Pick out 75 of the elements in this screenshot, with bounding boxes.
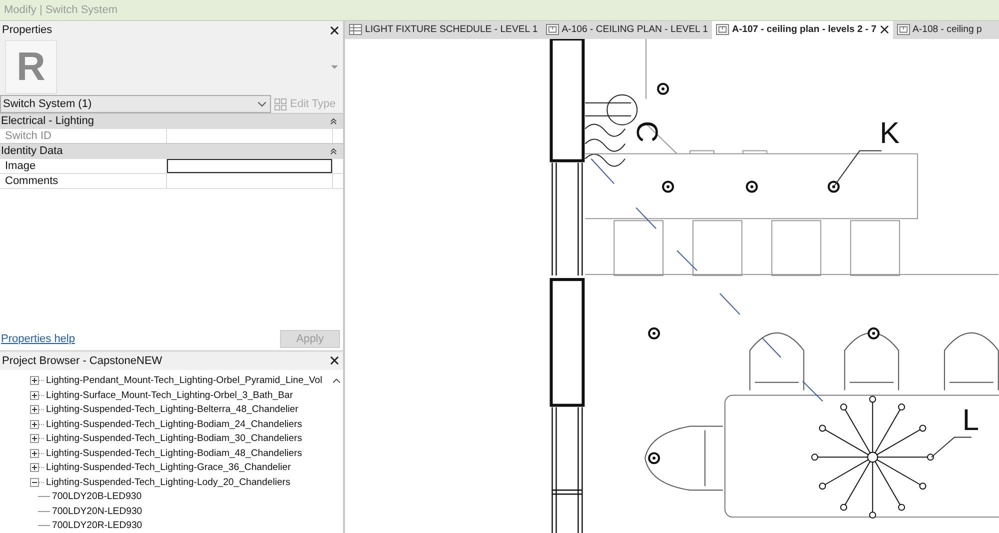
circuit-line [719, 292, 740, 315]
tab-label: A-107 - ceiling plan - levels 2 - 7 [732, 24, 877, 36]
close-icon[interactable] [330, 356, 339, 365]
ceiling-light-symbol [868, 327, 880, 340]
chair-drawing [944, 332, 999, 391]
floor-plan-icon [896, 24, 910, 36]
scroll-up-icon[interactable] [333, 378, 340, 382]
chevron-icon [258, 102, 266, 106]
tree-item[interactable]: Lighting-Suspended-Tech_Lighting-Lody_20_Chandeliers [46, 476, 290, 488]
tab-label: LIGHT FIXTURE SCHEDULE - LEVEL 1 [365, 24, 538, 36]
tree-toggle-icon[interactable] [30, 463, 39, 472]
tag-label: C [630, 120, 664, 142]
ceiling-light-symbol [662, 180, 674, 193]
edit-type-icon [274, 98, 287, 110]
ceiling-light-symbol [746, 180, 758, 193]
tree-item[interactable]: 700LDY20R-LED930 [52, 520, 142, 532]
circuit-line [761, 336, 782, 358]
tree-toggle-icon[interactable] [30, 405, 39, 414]
schedule-icon [349, 24, 362, 36]
close-icon[interactable] [330, 26, 339, 34]
view-tab[interactable]: A-107 - ceiling plan - levels 2 - 7 [712, 21, 893, 39]
type-selector[interactable]: Switch System (1) [0, 95, 271, 113]
property-value-field[interactable] [167, 159, 332, 173]
tag-label: K [880, 116, 900, 150]
tree-item[interactable]: Lighting-Suspended-Tech_Lighting-Bodiam_30_Chandeliers [46, 433, 302, 444]
stool-drawing [771, 220, 822, 276]
properties-help-link[interactable]: Properties help [1, 332, 75, 344]
view-tab[interactable]: A-108 - ceiling p [892, 21, 986, 39]
tree-item[interactable]: Lighting-Suspended-Tech_Lighting-Bodiam_48_Chandeliers [46, 448, 302, 459]
ceiling-light-symbol [828, 180, 840, 193]
chair-drawing [844, 332, 900, 391]
group-title: Electrical - Lighting [1, 115, 94, 127]
view-tab[interactable]: LIGHT FIXTURE SCHEDULE - LEVEL 1 [345, 21, 542, 39]
ceiling-light-symbol [657, 82, 669, 95]
tree-item[interactable]: 700LDY20N-LED930 [52, 506, 142, 517]
group-header[interactable]: Electrical - Lighting [0, 113, 343, 128]
floor-plan-icon [716, 24, 730, 36]
circuit-line [636, 207, 657, 230]
circuit-line [802, 380, 824, 402]
tag-label: L [962, 404, 980, 438]
tree-item[interactable]: Lighting-Surface_Mount-Tech_Lighting-Orbel_3_Bath_Bar [46, 390, 293, 401]
panel-title: Project Browser - CapstoneNEW [2, 354, 162, 366]
view-tab[interactable]: A-106 - CEILING PLAN - LEVEL 1 [542, 21, 712, 39]
leader-line [931, 436, 972, 458]
collapse-icon[interactable] [330, 118, 337, 124]
tree-toggle-icon[interactable] [30, 376, 39, 386]
tab-label: A-106 - CEILING PLAN - LEVEL 1 [562, 24, 708, 36]
stool-drawing [850, 220, 900, 276]
logo-letter: R [16, 44, 46, 90]
chair-drawing [749, 332, 804, 391]
ceiling-light-symbol [648, 452, 660, 464]
group-header[interactable]: Identity Data [0, 143, 343, 158]
stool-drawing [614, 220, 664, 276]
collapse-icon[interactable] [330, 148, 337, 154]
tab-label: A-108 - ceiling p [912, 24, 982, 36]
group-title: Identity Data [1, 145, 63, 157]
panel-title: Properties [2, 24, 52, 36]
circuit-line [590, 158, 615, 184]
tree-item[interactable]: 700LDY20B-LED930 [52, 491, 142, 502]
circuit-line [676, 250, 698, 272]
tree-toggle-icon[interactable] [30, 448, 39, 458]
tree-toggle-icon[interactable] [30, 478, 39, 487]
tree-item[interactable]: Lighting-Pendant_Mount-Tech_Lighting-Orbel_Pyramid_Line_Vol [46, 375, 322, 386]
leader-line [833, 150, 882, 188]
tree-item[interactable]: Lighting-Suspended-Tech_Lighting-Belterra_48_Chandelier [46, 404, 298, 416]
tree-toggle-icon[interactable] [30, 390, 39, 400]
floor-plan-icon [546, 24, 559, 36]
tree-toggle-icon[interactable] [30, 434, 39, 444]
close-icon[interactable] [880, 25, 889, 34]
tree-toggle-icon[interactable] [30, 420, 39, 429]
tree-item[interactable]: Lighting-Suspended-Tech_Lighting-Bodiam_24_Chandeliers [46, 418, 302, 430]
stool-drawing [692, 220, 742, 276]
ceiling-light-symbol [648, 327, 660, 340]
context-title: Modify | Switch System [4, 4, 118, 16]
tree-item[interactable]: Lighting-Suspended-Tech_Lighting-Grace_36_Chandelier [46, 462, 291, 474]
